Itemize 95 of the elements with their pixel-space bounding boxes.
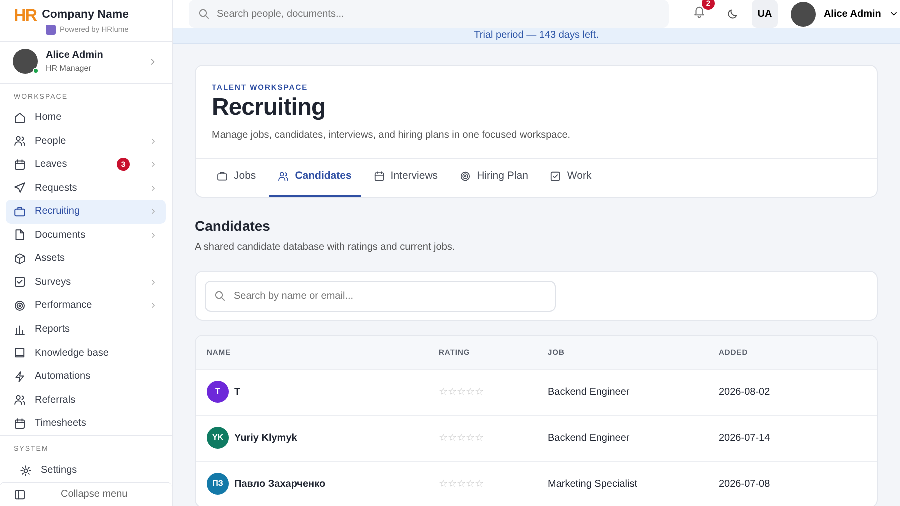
- brand-icon: [46, 24, 56, 35]
- document-icon: [14, 229, 26, 242]
- people-icon: [14, 135, 26, 148]
- star-icon: ☆: [448, 478, 457, 490]
- nav-item[interactable]: Performance: [6, 294, 166, 318]
- notification-button[interactable]: [693, 4, 706, 18]
- star-icon: ☆: [448, 432, 457, 444]
- tab[interactable]: Hiring Plan: [451, 158, 538, 197]
- page-title: Recruiting: [212, 95, 327, 122]
- chevron-icon: [149, 207, 158, 216]
- target-icon: [460, 171, 472, 182]
- star-icon: ☆: [475, 432, 484, 444]
- nav-item[interactable]: Assets: [6, 247, 166, 271]
- nav-item[interactable]: People: [6, 130, 166, 154]
- bar-chart-icon: [14, 324, 26, 336]
- logo: HR: [14, 7, 37, 24]
- chevron-icon: [149, 160, 158, 170]
- nav-item[interactable]: Settings: [6, 458, 166, 482]
- collapse-menu-button[interactable]: Collapse menu: [0, 482, 172, 506]
- checkbox-icon: [14, 276, 26, 288]
- avatar: [790, 2, 816, 26]
- home-icon: [14, 112, 26, 124]
- settings-icon: [20, 464, 32, 477]
- star-icon: ☆: [439, 478, 448, 490]
- briefcase-icon: [217, 171, 228, 182]
- nav-item[interactable]: Reports: [6, 318, 166, 342]
- star-icon: ☆: [439, 386, 448, 398]
- star-icon: ☆: [457, 478, 466, 490]
- user-menu-button[interactable]: Alice Admin: [790, 2, 900, 26]
- star-icon: ☆: [457, 386, 466, 398]
- date-cell-text: 2026-08-02: [718, 386, 772, 400]
- section-subtitle: A shared candidate database with ratings and current jobs.: [195, 240, 456, 255]
- chevron-icon: [149, 301, 158, 310]
- tab[interactable]: Jobs: [208, 158, 266, 197]
- user-name: Alice Admin: [46, 49, 104, 64]
- language-button[interactable]: UA: [752, 0, 778, 28]
- moon-icon: [727, 8, 739, 20]
- star-icon: ☆: [475, 386, 484, 398]
- calendar-icon: [14, 418, 26, 430]
- nav-item[interactable]: Recruiting: [6, 200, 166, 224]
- nav-item[interactable]: Knowledge base: [6, 341, 166, 365]
- job-cell-text: Backend Engineer: [547, 386, 631, 400]
- candidate-search-field[interactable]: Search by name or email...: [205, 280, 556, 312]
- candidate-name: Павло Захарченко: [234, 478, 326, 492]
- initials-avatar: ПЗ: [207, 473, 229, 496]
- lightning-icon: [14, 370, 26, 383]
- calendar-icon: [374, 171, 385, 182]
- page-subtitle: Manage jobs, candidates, interviews, and hiring plans in one focused workspace.: [212, 128, 572, 143]
- star-icon: ☆: [448, 386, 457, 398]
- search-icon: [214, 290, 226, 302]
- star-icon: ☆: [466, 432, 475, 444]
- trial-banner: Trial period — 143 days left.: [173, 28, 900, 44]
- people-icon: [278, 171, 290, 182]
- date-cell-text: 2026-07-14: [718, 432, 772, 446]
- nav-item[interactable]: Home: [6, 106, 166, 130]
- nav-item[interactable]: Requests: [6, 176, 166, 200]
- job-cell-text: Backend Engineer: [547, 432, 631, 446]
- nav-item[interactable]: Documents: [6, 224, 166, 248]
- user-role: HR Manager: [46, 63, 92, 76]
- star-icon: ☆: [466, 386, 475, 398]
- search-field[interactable]: Search people, documents...: [189, 0, 669, 28]
- chevron-icon: [149, 230, 158, 240]
- candidate-name: T: [234, 386, 241, 400]
- people-icon: [14, 394, 26, 406]
- calendar-icon: [14, 158, 26, 171]
- checkbox-icon: [550, 171, 562, 182]
- nav-item[interactable]: Timesheets: [6, 412, 166, 436]
- tab[interactable]: Interviews: [364, 158, 448, 197]
- target-icon: [14, 300, 26, 312]
- book-icon: [14, 347, 26, 360]
- date-cell-text: 2026-07-08: [718, 478, 772, 492]
- paper-plane-icon: [14, 182, 26, 194]
- panel-icon: [14, 488, 26, 501]
- star-icon: ☆: [439, 432, 448, 444]
- cube-icon: [14, 252, 26, 265]
- initials-avatar: YK: [207, 427, 229, 450]
- company-name: Company Name: [42, 8, 129, 23]
- bell-icon: [693, 4, 706, 18]
- chevron-icon: [149, 184, 158, 193]
- nav-item[interactable]: Referrals: [6, 388, 166, 412]
- briefcase-icon: [14, 206, 26, 218]
- search-icon: [198, 8, 210, 20]
- job-cell-text: Marketing Specialist: [547, 478, 638, 492]
- nav-item[interactable]: Surveys: [6, 270, 166, 294]
- chevron-icon: [149, 278, 158, 287]
- tab[interactable]: Work: [541, 158, 601, 197]
- chevron-icon: [149, 136, 158, 146]
- star-icon: ☆: [475, 478, 484, 490]
- nav-item[interactable]: Automations: [6, 364, 166, 388]
- candidate-name: Yuriy Klymyk: [234, 432, 298, 446]
- initials-avatar: T: [207, 381, 229, 404]
- star-icon: ☆: [466, 478, 475, 490]
- star-icon: ☆: [457, 432, 466, 444]
- tab[interactable]: Candidates: [269, 158, 361, 197]
- section-title: Candidates: [195, 216, 272, 236]
